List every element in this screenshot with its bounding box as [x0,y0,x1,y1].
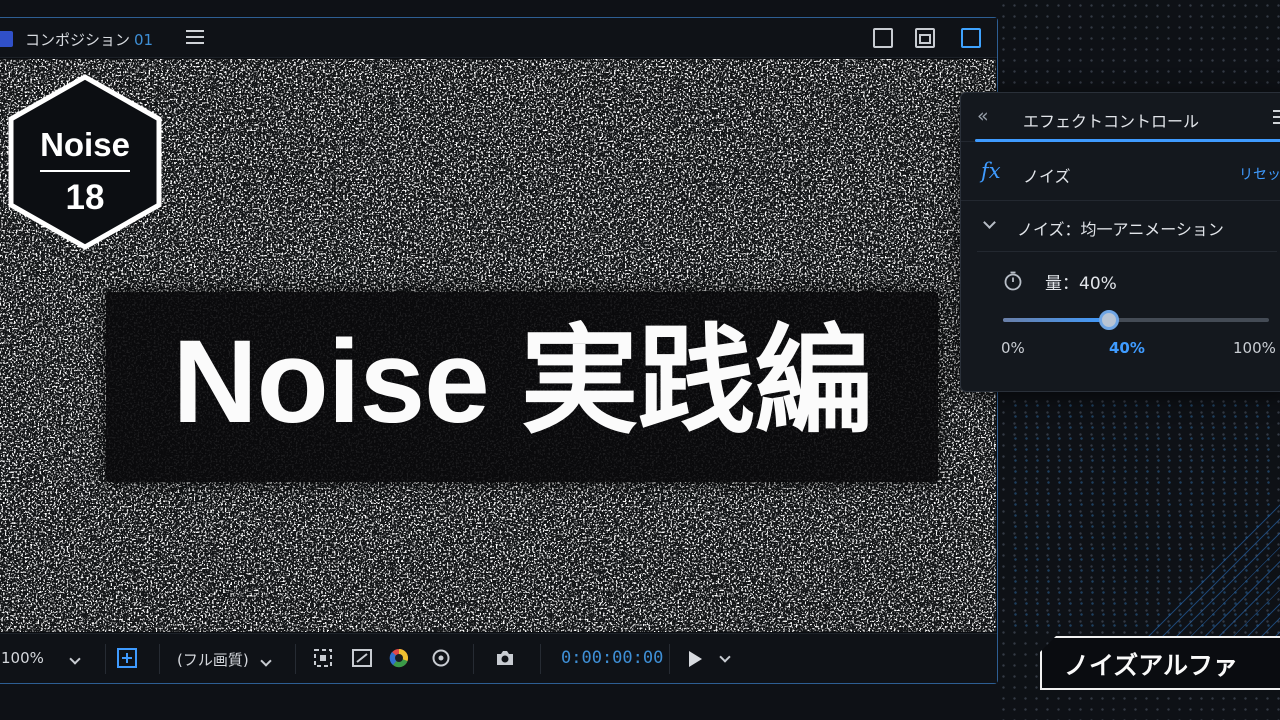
headline-text: Noise 実践編 [172,316,872,448]
chevron-down-icon [719,651,731,663]
toolbar-divider [159,644,160,674]
hamburger-menu-icon[interactable] [186,30,204,45]
safe-area-icon[interactable] [117,648,137,668]
composition-tab[interactable]: コンポジション 01 [25,29,153,50]
color-channel-icon[interactable] [389,648,409,668]
collapse-panel-icon[interactable]: « [977,105,989,127]
snapshot-camera-icon[interactable] [495,648,515,668]
amount-slider[interactable] [1003,310,1269,330]
viewer-toolbar: 100% (フル画質) 0:00:00:00 [0,633,997,683]
badge-title: Noise [40,126,130,163]
toolbar-divider [105,644,106,674]
panel-menu-icon[interactable] [1273,110,1280,124]
transparency-grid-icon[interactable] [352,648,372,668]
exposure-reset-icon[interactable] [431,648,451,668]
current-timecode[interactable]: 0:00:00:00 [561,648,663,668]
composition-titlebar: コンポジション 01 [0,18,997,58]
playback-options-dropdown[interactable] [719,647,731,665]
quality-value: (フル画質) [177,651,249,669]
effect-controls-header: « エフェクトコントロール [961,93,1280,142]
maximize-view-icon[interactable] [961,28,981,48]
effect-controls-panel: « エフェクトコントロール fx ノイズ リセット ノイズ：均一アニメーション … [960,92,1280,392]
amount-slider-fill [1003,318,1110,322]
reset-button[interactable]: リセット [1239,164,1280,184]
quality-dropdown[interactable]: (フル画質) [177,649,272,670]
fx-icon[interactable]: fx [981,159,1001,183]
composition-title: コンポジション [25,31,131,49]
chevron-down-icon [69,653,81,665]
badge-number: 18 [65,178,105,217]
amount-label: 量：40% [1045,274,1117,294]
toolbar-divider [669,644,670,674]
chevron-down-icon [259,655,272,667]
composition-number: 01 [134,31,154,49]
stopwatch-icon[interactable] [1003,271,1023,291]
play-icon[interactable] [689,651,702,667]
noise-mode-label: ノイズ：均一アニメーション [1017,220,1224,239]
toolbar-divider [540,644,541,674]
zoom-dropdown[interactable]: 100% [1,649,81,667]
noise-mode-row[interactable]: ノイズ：均一アニメーション [961,205,1280,251]
single-view-icon[interactable] [873,28,893,48]
effect-name: ノイズ [1023,167,1071,186]
badge-divider [40,170,130,172]
effect-row: fx ノイズ リセット [961,145,1280,201]
active-tab-indicator [975,139,1280,142]
slider-tick-current: 40% [1109,339,1145,357]
footer-label: ノイズアルファ [1064,651,1239,680]
slider-tick-max: 100% [1233,339,1276,357]
composition-color-swatch[interactable] [0,31,13,47]
amount-slider-handle[interactable] [1099,310,1120,330]
pip-view-icon[interactable] [915,28,935,48]
toolbar-divider [473,644,474,674]
chevron-down-icon[interactable] [983,216,996,229]
effect-controls-title: エフェクトコントロール [1023,112,1200,131]
slider-tick-min: 0% [1001,339,1025,357]
region-of-interest-icon[interactable] [313,648,333,668]
stage: コンポジション 01 Noise 実践編 100% (フル画質) 0:00:00… [0,0,1280,720]
toolbar-divider [295,644,296,674]
section-divider [977,251,1277,252]
zoom-value: 100% [1,649,44,667]
